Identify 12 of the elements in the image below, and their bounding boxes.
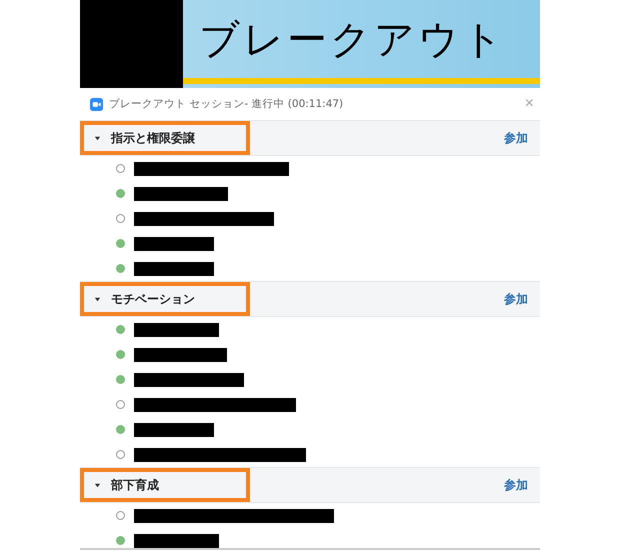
join-button[interactable]: 参加 xyxy=(492,290,540,308)
window-title: ブレークアウト セッション- 進行中 (00:11:47) xyxy=(109,97,344,111)
banner-title: ブレークアウト xyxy=(198,16,507,64)
room-name: 指示と権限委譲 xyxy=(111,130,195,146)
join-button[interactable]: 参加 xyxy=(492,476,540,494)
room-name: モチベーション xyxy=(111,290,195,308)
caret-icon[interactable] xyxy=(94,134,101,142)
room-name: 部下育成 xyxy=(111,476,159,494)
video-camera-icon xyxy=(90,98,103,110)
join-button[interactable]: 参加 xyxy=(492,130,540,146)
caret-icon[interactable] xyxy=(94,482,101,488)
caret-icon[interactable] xyxy=(94,296,101,302)
